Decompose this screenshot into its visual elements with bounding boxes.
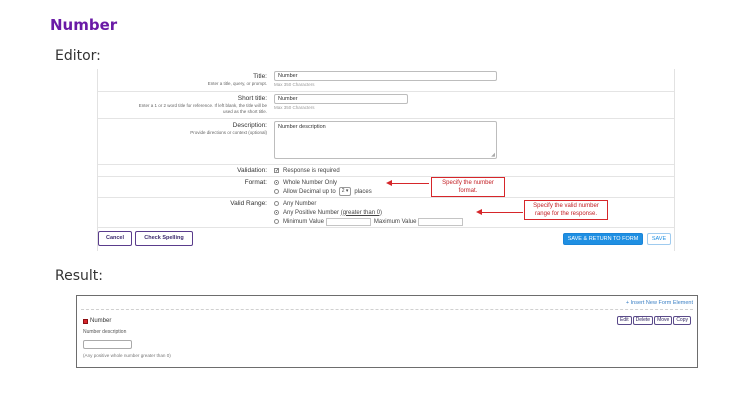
any-number-radio[interactable] — [274, 201, 279, 206]
format-arrow-icon — [386, 180, 392, 186]
title-input[interactable]: Number — [274, 71, 497, 81]
format-callout: Specify the number format. — [431, 177, 505, 197]
range-min-max-option[interactable]: Minimum Value Maximum Value — [274, 217, 672, 226]
result-number-input[interactable] — [83, 340, 132, 349]
result-field-description: Number description — [83, 329, 127, 335]
result-field-title-text: Number — [90, 318, 112, 324]
positive-number-emphasis: (greater than 0) — [340, 209, 383, 216]
description-row: Description: Provide directions or conte… — [98, 119, 674, 165]
result-actions: Edit Delete Move Copy — [617, 316, 691, 325]
short-title-char-hint: Max 350 Characters — [274, 105, 315, 110]
range-callout-line1: Specify the valid number — [533, 203, 599, 209]
save-return-button[interactable]: SAVE & RETURN TO FORM — [563, 233, 643, 245]
editor-form: Title: Enter a title, query, or prompt. … — [97, 69, 675, 251]
min-max-radio[interactable] — [274, 219, 279, 224]
copy-button[interactable]: Copy — [673, 316, 691, 325]
max-value-input[interactable] — [418, 217, 464, 226]
move-button[interactable]: Move — [654, 316, 673, 325]
max-value-label: Maximum Value — [373, 218, 417, 225]
insert-form-element-link[interactable]: + Insert New Form Element — [626, 300, 693, 306]
title-row: Title: Enter a title, query, or prompt. … — [98, 69, 674, 92]
description-label: Description: — [232, 122, 267, 129]
result-preview: + Insert New Form Element Number Number … — [76, 295, 698, 368]
range-callout-line2: range for the response. — [534, 211, 598, 217]
decimal-places-select[interactable]: 2 ▾ — [338, 187, 352, 196]
format-label: Format: — [244, 179, 267, 186]
decimal-prefix: Allow Decimal up to — [283, 188, 336, 195]
decimal-radio[interactable] — [274, 189, 279, 194]
title-char-hint: Max 350 Characters — [274, 82, 315, 87]
cancel-button[interactable]: Cancel — [98, 231, 132, 246]
description-text: Number description — [278, 124, 326, 130]
range-arrow-line — [481, 212, 523, 213]
format-callout-line1: Specify the number — [442, 180, 494, 186]
short-title-help-2: used as the short title. — [222, 109, 267, 114]
result-field-title: Number — [83, 318, 111, 324]
range-callout: Specify the valid number range for the r… — [524, 200, 608, 220]
validation-label: Validation: — [237, 167, 267, 174]
description-help: Provide directions or context (optional) — [190, 130, 267, 135]
min-value-label: Minimum Value — [283, 218, 324, 225]
decimal-suffix: places — [354, 188, 372, 195]
range-any-number-option[interactable]: Any Number — [274, 199, 672, 208]
title-help: Enter a title, query, or prompt. — [207, 81, 267, 86]
positive-number-radio[interactable] — [274, 210, 279, 215]
editor-section-heading: Editor: — [55, 48, 101, 64]
decimal-places-value: 2 — [341, 188, 345, 194]
short-title-row: Short title: Enter a 1 or 2 word title f… — [98, 92, 674, 119]
any-number-label: Any Number — [283, 200, 317, 207]
required-marker-icon — [83, 318, 88, 324]
format-arrow-line — [391, 183, 429, 184]
whole-number-label: Whole Number Only — [283, 179, 338, 186]
min-value-input[interactable] — [325, 217, 371, 226]
check-spelling-button[interactable]: Check Spelling — [135, 231, 193, 246]
result-field-hint: (Any positive whole number greater than … — [83, 353, 171, 358]
format-callout-line2: format. — [458, 188, 478, 194]
edit-button[interactable]: Edit — [617, 316, 632, 325]
dashed-divider — [81, 309, 693, 310]
whole-number-radio[interactable] — [274, 180, 279, 185]
result-section-heading: Result: — [55, 268, 103, 284]
title-label: Title: — [253, 73, 267, 80]
delete-button[interactable]: Delete — [632, 316, 654, 325]
response-required-label: Response is required — [283, 167, 340, 174]
page-title: Number — [50, 16, 118, 34]
response-required-option[interactable]: ✓ Response is required — [274, 166, 672, 175]
range-arrow-icon — [476, 209, 482, 215]
short-title-label: Short title: — [237, 95, 267, 102]
save-button[interactable]: SAVE — [647, 233, 671, 245]
resize-grip-icon[interactable]: ◢ — [491, 152, 495, 158]
valid-range-label: Valid Range: — [230, 200, 267, 207]
short-title-input[interactable]: Number — [274, 94, 408, 104]
positive-number-label: Any Positive Number — [283, 209, 340, 216]
range-positive-option[interactable]: Any Positive Number (greater than 0) — [274, 208, 672, 217]
response-required-checkbox[interactable]: ✓ — [274, 168, 279, 174]
description-textarea[interactable]: Number description ◢ — [274, 121, 497, 159]
validation-row: Validation: ✓ Response is required — [98, 165, 674, 177]
